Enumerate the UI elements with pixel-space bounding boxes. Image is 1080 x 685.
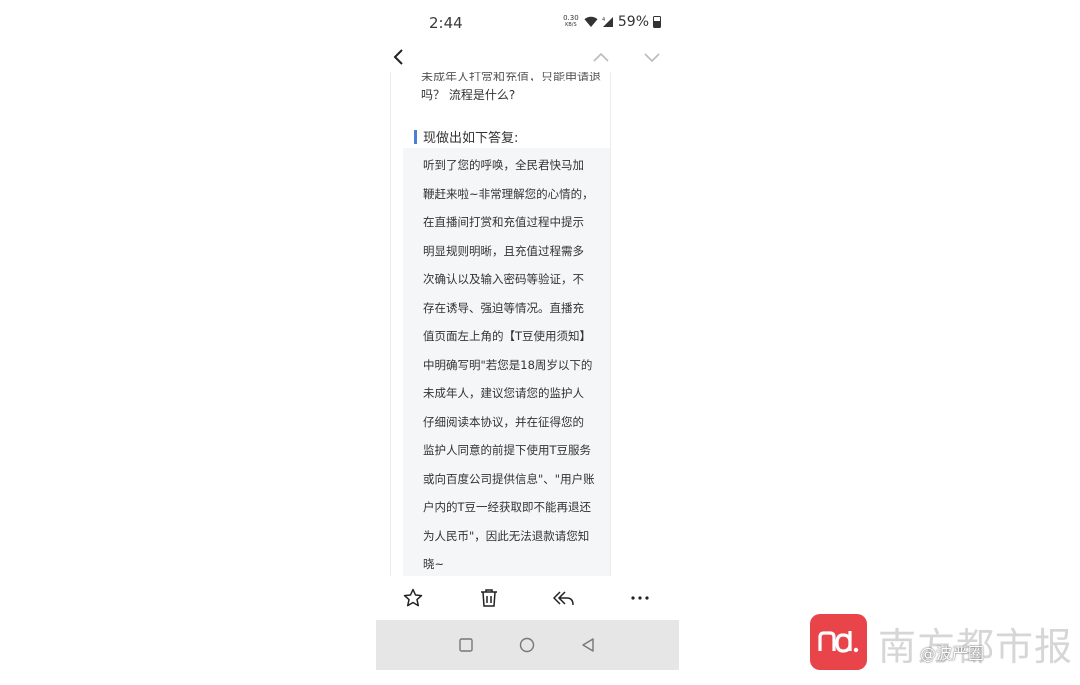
mail-body-image: 未成年人打赏和充值，只能申请退款 吗？ 流程是什么? 现做出如下答复: 听到了您… — [390, 72, 611, 576]
recents-square-icon — [459, 638, 473, 652]
reply-line: 未成年人，建议您请您的监护人 — [423, 386, 584, 400]
mail-action-toolbar — [376, 580, 679, 616]
reply-line: 鞭赶来啦~非常理解您的心情的， — [423, 186, 594, 201]
reply-line: 在直播间打赏和充值过程中提示 — [423, 215, 584, 229]
phone-screen: 2:44 0.30 KB/S 4 59% 未成年人打赏和充值，只能申请退 吗？ … — [376, 0, 679, 672]
reply-content-box: 听到了您的呼唤，全民君快马加 鞭赶来啦~非常理解您的心情的， 在直播间打赏和充值… — [403, 148, 610, 576]
publisher-logo — [810, 614, 867, 670]
next-mail-button[interactable] — [641, 46, 663, 68]
svg-text:4: 4 — [602, 17, 605, 23]
more-icon — [631, 596, 649, 600]
home-circle-icon — [519, 637, 535, 653]
reply-line: 仔细阅读本协议，并在征得您的 — [423, 414, 584, 429]
home-button[interactable] — [517, 635, 537, 655]
net-speed-unit: KB/S — [565, 22, 577, 28]
reply-all-icon — [553, 591, 574, 606]
previous-mail-button[interactable] — [590, 46, 612, 68]
chevron-down-icon — [644, 53, 660, 63]
back-triangle-icon — [582, 638, 594, 652]
star-icon — [403, 588, 423, 607]
reply-text-lines: 听到了您的呼唤，全民君快马加 鞭赶来啦~非常理解您的心情的， 在直播间打赏和充值… — [423, 158, 595, 576]
net-speed-value: 0.30 — [563, 14, 579, 22]
reply-line: 明显规则明晰，且充值过程需多 — [423, 243, 584, 258]
reply-line: 中明确写明"若您是18周岁以下的 — [423, 357, 593, 372]
question-text-partial: 未成年人打赏和充值，只能申请退款 — [421, 72, 601, 81]
battery-icon — [653, 16, 661, 28]
reply-line: 监护人同意的前提下使用T豆服务 — [423, 443, 592, 457]
screenshot-canvas: 2:44 0.30 KB/S 4 59% 未成年人打赏和充值，只能申请退 吗？ … — [0, 0, 1080, 685]
reply-line: 值页面左上角的【T豆使用须知】 — [423, 329, 592, 343]
mail-nav-bar — [376, 42, 679, 72]
more-button[interactable] — [628, 586, 652, 610]
heading-accent-bar — [414, 129, 417, 144]
trash-icon — [481, 589, 497, 607]
reply-line: 次确认以及输入密码等验证，不 — [423, 272, 584, 286]
reply-heading-text: 现做出如下答复: — [423, 131, 519, 146]
weibo-watermark: @波严圈 — [920, 644, 985, 663]
reply-line: 户内的T豆一经获取即不能再退还 — [423, 500, 592, 514]
battery-percent: 59% — [617, 14, 649, 30]
reply-line: 为人民币"，因此无法退款请您知 — [423, 528, 590, 543]
reply-line: 存在诱导、强迫等情况。直播充 — [423, 300, 584, 315]
recents-button[interactable] — [456, 635, 476, 655]
star-button[interactable] — [401, 586, 425, 610]
reply-heading: 现做出如下答复: — [414, 127, 518, 146]
status-time: 2:44 — [429, 14, 463, 32]
reply-line: 或向百度公司提供信息"、"用户账 — [423, 471, 595, 486]
chevron-up-icon — [593, 52, 609, 62]
reply-all-button[interactable] — [552, 586, 576, 610]
net-speed-indicator: 0.30 KB/S — [562, 15, 580, 29]
status-icons: 0.30 KB/S 4 59% — [562, 14, 661, 30]
reply-line: 听到了您的呼唤，全民君快马加 — [423, 158, 584, 172]
reply-line: 晓~ — [423, 557, 445, 571]
question-text-last-line: 吗？ 流程是什么? — [421, 88, 516, 102]
signal-icon: 4 — [602, 17, 613, 27]
wifi-icon — [584, 16, 598, 27]
system-back-button[interactable] — [578, 635, 598, 655]
delete-button[interactable] — [477, 586, 501, 610]
back-arrow-icon — [393, 49, 403, 65]
back-button[interactable] — [386, 44, 410, 70]
status-bar: 2:44 0.30 KB/S 4 59% — [376, 0, 679, 46]
system-navigation-bar — [376, 620, 679, 670]
nd-logo-icon — [817, 631, 858, 653]
